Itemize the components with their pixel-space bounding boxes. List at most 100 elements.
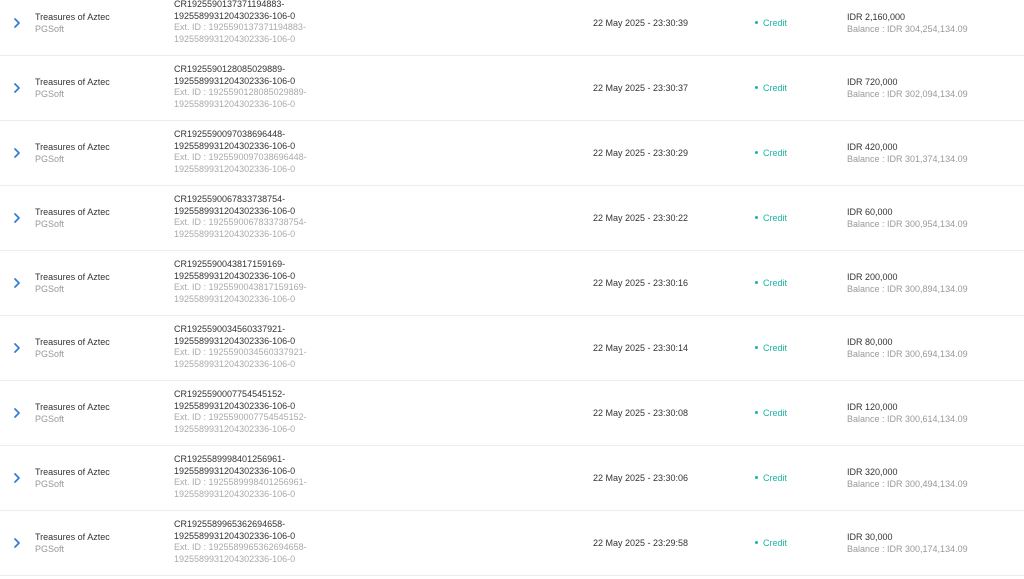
- game-name: Treasures of Aztec: [35, 467, 110, 477]
- transaction-type-badge: Credit: [755, 277, 787, 289]
- game-provider: PGSoft: [35, 219, 65, 229]
- transaction-type-label: Credit: [763, 408, 788, 418]
- transaction-row[interactable]: Treasures of Aztec PGSoft CR192559006783…: [0, 186, 1024, 251]
- transaction-date: 22 May 2025 - 23:30:39: [593, 18, 689, 28]
- transaction-id-line1: CR1925590137371194883-: [174, 0, 285, 9]
- transaction-id-cell: CR1925590007754545152- 19255899312043023…: [174, 389, 307, 435]
- game-name: Treasures of Aztec: [35, 337, 110, 347]
- external-id-line2: 1925589931204302336-106-0: [174, 423, 296, 434]
- transaction-date: 22 May 2025 - 23:30:29: [593, 148, 689, 158]
- transaction-id-line1: CR1925590128085029889-: [174, 64, 286, 74]
- transaction-date: 22 May 2025 - 23:30:37: [593, 83, 689, 93]
- game-provider: PGSoft: [35, 24, 65, 34]
- transaction-row[interactable]: Treasures of Aztec PGSoft CR192559012808…: [0, 56, 1024, 121]
- game-name: Treasures of Aztec: [35, 12, 110, 22]
- transaction-type-label: Credit: [763, 343, 788, 353]
- chevron-right-icon[interactable]: [12, 211, 22, 225]
- transaction-row[interactable]: Treasures of Aztec PGSoft CR192559003456…: [0, 316, 1024, 381]
- transaction-date: 22 May 2025 - 23:29:58: [593, 538, 689, 548]
- external-id-line2: 1925589931204302336-106-0: [174, 293, 296, 304]
- game-provider: PGSoft: [35, 544, 65, 554]
- chevron-right-icon[interactable]: [12, 81, 22, 95]
- chevron-right-icon[interactable]: [12, 471, 22, 485]
- transaction-amount: IDR 2,160,000: [847, 12, 906, 22]
- external-id-line1: Ext. ID : 1925590034560337921-: [174, 347, 307, 357]
- game-cell: Treasures of Aztec PGSoft: [35, 141, 110, 165]
- status-dot-icon: [755, 541, 758, 545]
- transaction-amount: IDR 80,000: [847, 337, 893, 347]
- game-name: Treasures of Aztec: [35, 77, 110, 87]
- transaction-id-line1: CR1925590067833738754-: [174, 194, 286, 204]
- game-provider: PGSoft: [35, 284, 65, 294]
- external-id-line2: 1925589931204302336-106-0: [174, 358, 296, 369]
- transaction-date: 22 May 2025 - 23:30:22: [593, 213, 689, 223]
- balance-after: Balance : IDR 300,894,134.09: [847, 284, 968, 294]
- game-provider: PGSoft: [35, 414, 65, 424]
- game-name: Treasures of Aztec: [35, 207, 110, 217]
- transaction-id-line1: CR1925590097038696448-: [174, 129, 286, 139]
- game-name: Treasures of Aztec: [35, 142, 110, 152]
- external-id-line2: 1925589931204302336-106-0: [174, 228, 296, 239]
- external-id-line1: Ext. ID : 1925590097038696448-: [174, 152, 307, 162]
- transaction-row[interactable]: Treasures of Aztec PGSoft CR192558996536…: [0, 511, 1024, 576]
- transaction-id-line2: 1925589931204302336-106-0: [174, 75, 296, 86]
- transaction-type-badge: Credit: [755, 342, 787, 354]
- transaction-date: 22 May 2025 - 23:30:06: [593, 473, 689, 483]
- external-id-line2: 1925589931204302336-106-0: [174, 553, 296, 564]
- status-dot-icon: [755, 476, 758, 480]
- transaction-id-line1: CR1925589965362694658-: [174, 519, 286, 529]
- transaction-amount: IDR 200,000: [847, 272, 898, 282]
- transaction-date: 22 May 2025 - 23:30:16: [593, 278, 689, 288]
- chevron-right-icon[interactable]: [12, 276, 22, 290]
- amount-cell: IDR 320,000 Balance : IDR 300,494,134.09: [847, 466, 968, 490]
- transaction-type-badge: Credit: [755, 82, 787, 94]
- chevron-right-icon[interactable]: [12, 341, 22, 355]
- amount-cell: IDR 80,000 Balance : IDR 300,694,134.09: [847, 336, 968, 360]
- transaction-id-line2: 1925589931204302336-106-0: [174, 270, 296, 281]
- game-cell: Treasures of Aztec PGSoft: [35, 401, 110, 425]
- external-id-line1: Ext. ID : 1925590128085029889-: [174, 87, 307, 97]
- chevron-right-icon[interactable]: [12, 406, 22, 420]
- transaction-id-cell: CR1925590128085029889- 19255899312043023…: [174, 64, 307, 110]
- transaction-id-cell: CR1925590043817159169- 19255899312043023…: [174, 259, 307, 305]
- transaction-id-cell: CR1925590067833738754- 19255899312043023…: [174, 194, 307, 240]
- transaction-id-line2: 1925589931204302336-106-0: [174, 335, 296, 346]
- game-cell: Treasures of Aztec PGSoft: [35, 531, 110, 555]
- game-name: Treasures of Aztec: [35, 272, 110, 282]
- transaction-type-badge: Credit: [755, 537, 787, 549]
- chevron-right-icon[interactable]: [12, 146, 22, 160]
- status-dot-icon: [755, 281, 758, 285]
- transaction-row[interactable]: Treasures of Aztec PGSoft CR192559004381…: [0, 251, 1024, 316]
- transaction-type-label: Credit: [763, 278, 788, 288]
- transaction-type-badge: Credit: [755, 212, 787, 224]
- transaction-row[interactable]: Treasures of Aztec PGSoft CR192559000775…: [0, 381, 1024, 446]
- transaction-id-line1: CR1925590043817159169-: [174, 259, 286, 269]
- status-dot-icon: [755, 151, 758, 155]
- transaction-id-cell: CR1925590034560337921- 19255899312043023…: [174, 324, 307, 370]
- transaction-date: 22 May 2025 - 23:30:08: [593, 408, 689, 418]
- transaction-amount: IDR 60,000: [847, 207, 893, 217]
- game-cell: Treasures of Aztec PGSoft: [35, 271, 110, 295]
- chevron-right-icon[interactable]: [12, 16, 22, 30]
- transaction-type-badge: Credit: [755, 472, 787, 484]
- transaction-type-badge: Credit: [755, 17, 787, 29]
- transaction-id-line2: 1925589931204302336-106-0: [174, 465, 296, 476]
- balance-after: Balance : IDR 300,614,134.09: [847, 414, 968, 424]
- game-name: Treasures of Aztec: [35, 532, 110, 542]
- amount-cell: IDR 720,000 Balance : IDR 302,094,134.09: [847, 76, 968, 100]
- external-id-line2: 1925589931204302336-106-0: [174, 33, 296, 44]
- game-cell: Treasures of Aztec PGSoft: [35, 466, 110, 490]
- amount-cell: IDR 30,000 Balance : IDR 300,174,134.09: [847, 531, 968, 555]
- external-id-line1: Ext. ID : 1925589965362694658-: [174, 542, 307, 552]
- transaction-type-label: Credit: [763, 148, 788, 158]
- transaction-row[interactable]: Treasures of Aztec PGSoft CR192558999840…: [0, 446, 1024, 511]
- transaction-row[interactable]: Treasures of Aztec PGSoft CR192559009703…: [0, 121, 1024, 186]
- external-id-line1: Ext. ID : 1925590067833738754-: [174, 217, 307, 227]
- transaction-type-label: Credit: [763, 213, 788, 223]
- external-id-line1: Ext. ID : 1925589998401256961-: [174, 477, 307, 487]
- transaction-type-label: Credit: [763, 83, 788, 93]
- game-provider: PGSoft: [35, 349, 65, 359]
- transaction-row[interactable]: Treasures of Aztec PGSoft CR192559013737…: [0, 0, 1024, 56]
- amount-cell: IDR 420,000 Balance : IDR 301,374,134.09: [847, 141, 968, 165]
- chevron-right-icon[interactable]: [12, 536, 22, 550]
